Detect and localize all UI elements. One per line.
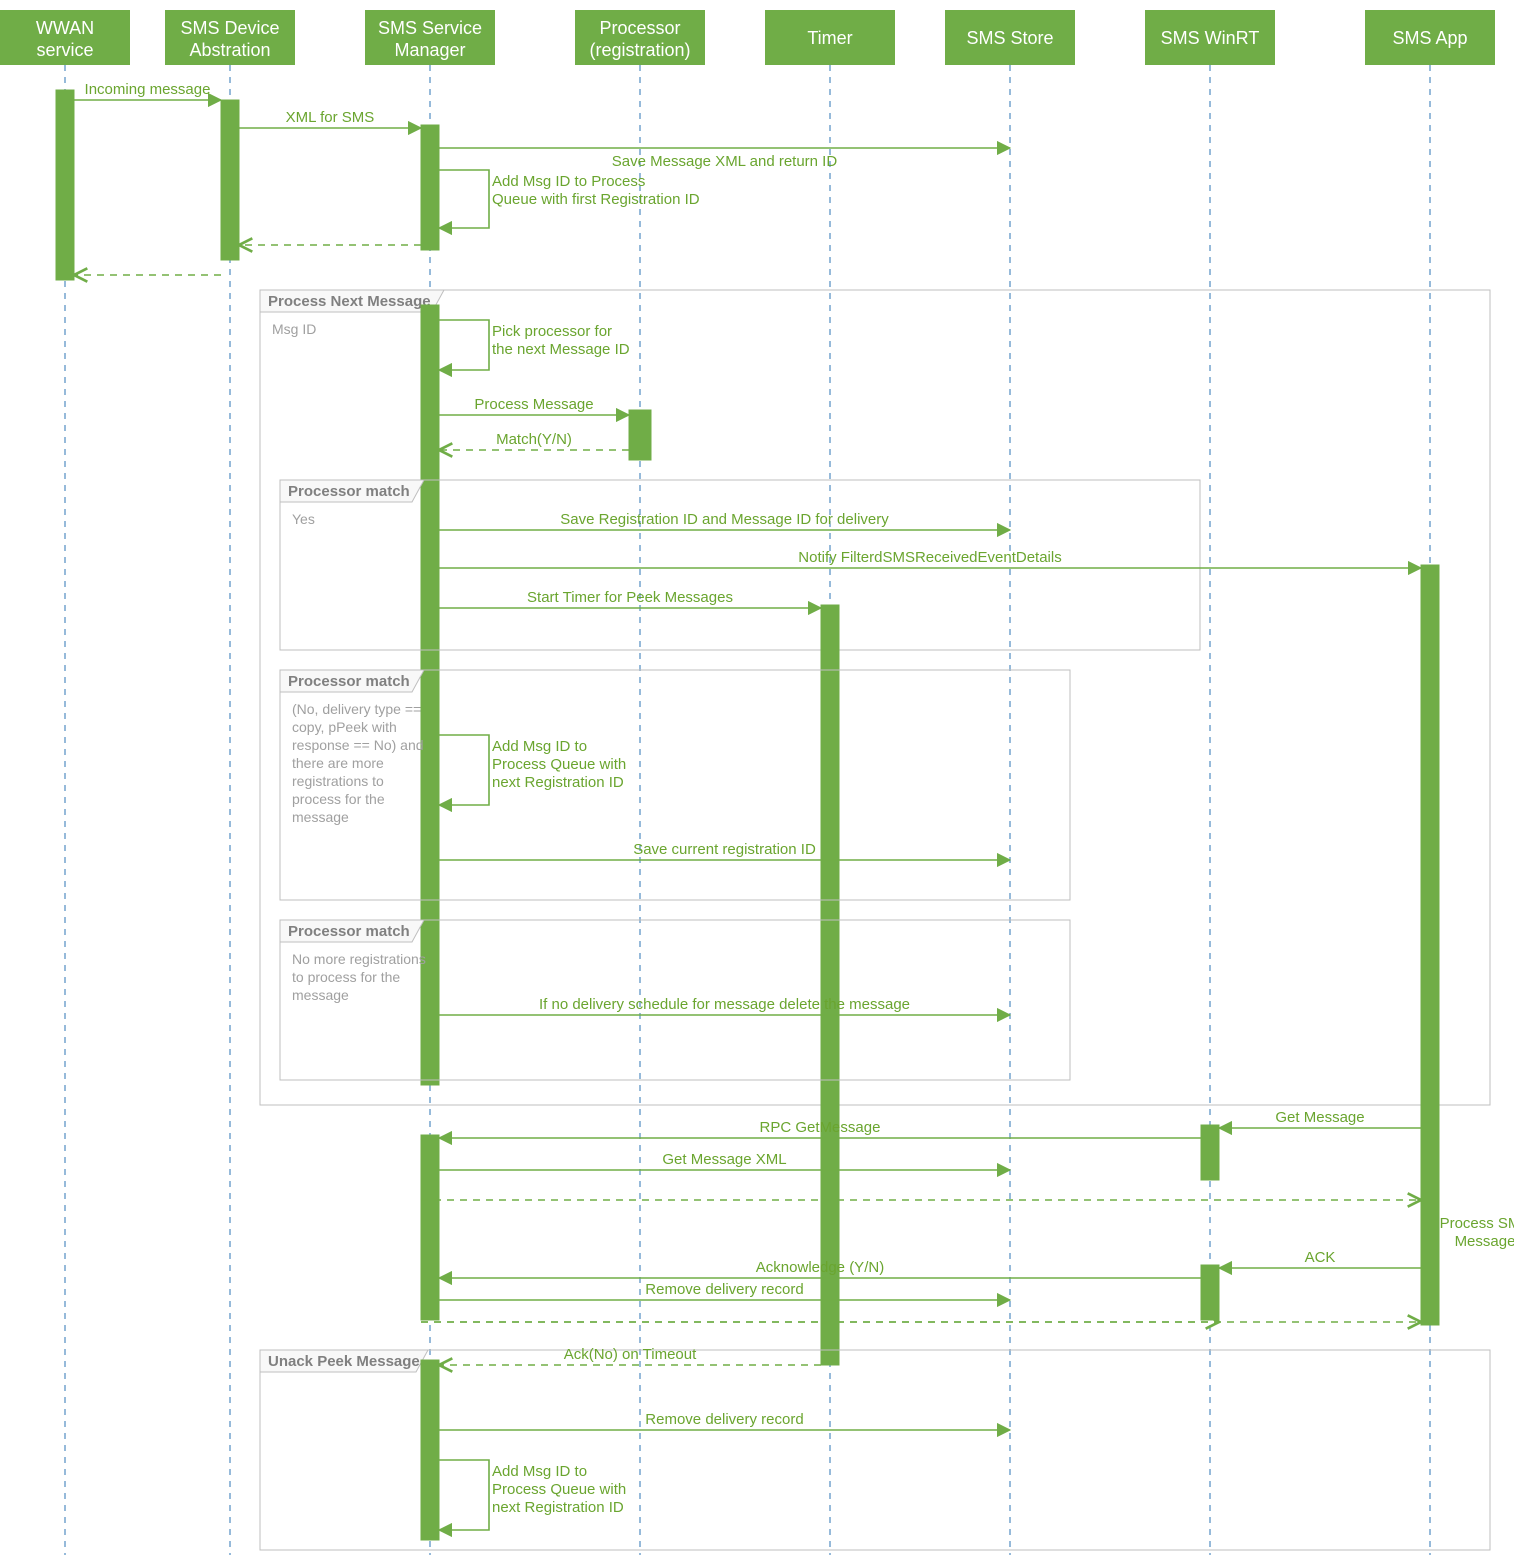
activation (421, 1135, 439, 1320)
activation (821, 605, 839, 1365)
message-label: Save Registration ID and Message ID for … (560, 511, 889, 528)
self-message (439, 320, 489, 370)
activation (1421, 565, 1439, 1325)
message-label: Match(Y/N) (496, 431, 572, 448)
lane-dev-label1: SMS Device (180, 18, 279, 38)
lane-timer-label1: Timer (807, 28, 852, 48)
message-label: XML for SMS (286, 109, 375, 126)
self-message (439, 170, 489, 228)
message-label: Start Timer for Peek Messages (527, 589, 733, 606)
message-label: Save Message XML and return ID (612, 153, 838, 170)
activation (421, 305, 439, 1085)
message-label: If no delivery schedule for message dele… (539, 996, 910, 1013)
message-label: Ack(No) on Timeout (564, 1346, 697, 1363)
message-label: RPC GetMessage (760, 1119, 881, 1136)
lane-proc-label2: (registration) (589, 40, 690, 60)
frame-pm1-title: Processor match (288, 483, 410, 500)
activation (629, 410, 651, 460)
lane-proc-label1: Processor (599, 18, 680, 38)
message-label: Get Message (1275, 1109, 1364, 1126)
lane-app-label1: SMS App (1392, 28, 1467, 48)
lane-mgr-label2: Manager (394, 40, 465, 60)
activation (56, 90, 74, 280)
message-label: Incoming message (85, 81, 211, 98)
frame-process-next-title: Process Next Message (268, 293, 431, 310)
message-label: Remove delivery record (645, 1411, 803, 1428)
self-message-label: Add Msg ID to ProcessQueue with first Re… (492, 173, 700, 208)
frame-pm1 (280, 480, 1200, 650)
message-label: Acknowledge (Y/N) (756, 1259, 884, 1276)
activation (421, 125, 439, 250)
frame-pm2-title: Processor match (288, 673, 410, 690)
activation (421, 1360, 439, 1540)
frame-pm3-title: Processor match (288, 923, 410, 940)
frame-pm1-guard: Yes (292, 511, 315, 527)
frame-process-next-guard: Msg ID (272, 321, 316, 337)
lane-wwan-label2: service (36, 40, 93, 60)
frame-process-next (260, 290, 1490, 1105)
self-message-label: Pick processor forthe next Message ID (492, 323, 630, 358)
activation (1201, 1265, 1219, 1320)
self-message-label: Add Msg ID toProcess Queue withnext Regi… (492, 738, 626, 791)
frame-unack (260, 1350, 1490, 1550)
message-label: Process Message (474, 396, 593, 413)
message-label: Remove delivery record (645, 1281, 803, 1298)
activation (1201, 1125, 1219, 1180)
self-message (439, 1460, 489, 1530)
frame-unack-title: Unack Peek Message (268, 1353, 420, 1370)
lane-dev-label2: Abstration (189, 40, 270, 60)
message-label: Save current registration ID (633, 841, 816, 858)
process-sms-label: Process SMSMessage (1440, 1215, 1514, 1250)
message-label: Get Message XML (662, 1151, 786, 1168)
activation (221, 100, 239, 260)
frame-pm3-guard: No more registrationsto process for them… (292, 951, 426, 1003)
frame-pm2-guard: (No, delivery type ==copy, pPeek withres… (292, 701, 424, 825)
lane-winrt-label1: SMS WinRT (1161, 28, 1260, 48)
lane-mgr-label1: SMS Service (378, 18, 482, 38)
message-label: ACK (1305, 1249, 1336, 1266)
self-message (439, 735, 489, 805)
message-label: Notify FilterdSMSReceivedEventDetails (798, 549, 1061, 566)
self-message-label: Add Msg ID toProcess Queue withnext Regi… (492, 1463, 626, 1516)
lane-store-label1: SMS Store (966, 28, 1053, 48)
lane-wwan-label1: WWAN (36, 18, 94, 38)
